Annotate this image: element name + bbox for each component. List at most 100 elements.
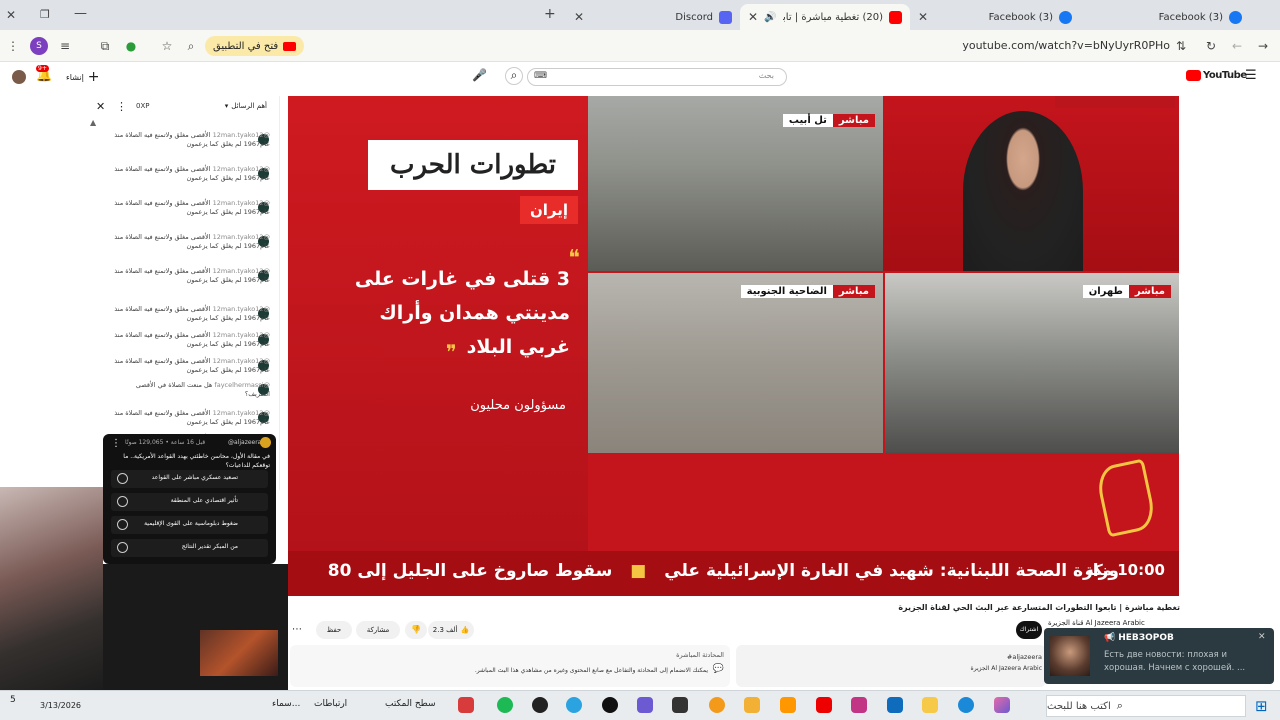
desktop-notification[interactable]: 📢 НЕВЗОРОВ ✕ Есть две новости: плохая и … — [1044, 628, 1274, 684]
video-thumbnail[interactable] — [200, 630, 278, 676]
youtube-logo[interactable]: YouTube — [1186, 70, 1247, 81]
install-badge[interactable] — [1055, 96, 1175, 108]
chevron-down-icon: ▾ — [224, 102, 229, 110]
microphone-icon[interactable]: 🎤 — [472, 68, 487, 82]
bookmark-star-icon[interactable]: ☆ — [158, 37, 176, 55]
youtube-icon[interactable] — [816, 697, 832, 713]
save-button[interactable]: حفظ — [316, 621, 352, 639]
audio-icon[interactable]: 🔊 — [764, 12, 776, 23]
windows-start-icon[interactable]: ⊞ — [1255, 697, 1268, 715]
weather-widget[interactable]: سماء... — [272, 699, 300, 709]
headline-text: تطورات الحرب — [389, 150, 557, 180]
app-icon[interactable] — [672, 697, 688, 713]
dislike-button[interactable]: 👎 — [405, 621, 427, 639]
address-bar[interactable]: youtube.com/watch?v=bNyUyrR0PHo — [960, 39, 1170, 52]
ticker-secondary: سقوط صاروخ على الجليل إلى 80 — [327, 561, 613, 581]
hashtag-link[interactable]: #aljazeera — [1007, 653, 1042, 661]
channel-name[interactable]: Al Jazeera Arabic قناة الجزيرة — [1048, 619, 1145, 627]
app-icon[interactable] — [532, 697, 548, 713]
feed-live-badge: مباشر — [832, 285, 875, 298]
hamburger-menu-icon[interactable]: ☰ — [1245, 68, 1257, 83]
chat-message-text: @12man.tyako12 الأقصى مغلق ولاتمنع فيه ا… — [112, 357, 270, 375]
live-label: طهران مباشر — [1082, 285, 1171, 298]
poll-meta: قبل 16 ساعة • 129,065 صوتًا — [125, 439, 206, 446]
back-icon[interactable]: → — [1254, 37, 1272, 55]
forward-icon[interactable]: ← — [1228, 37, 1246, 55]
tab-youtube[interactable]: (20) تغطية مباشرة | تابعوا الت 🔊 ✕ — [740, 4, 910, 30]
chat-username: @12man.tyako12 — [212, 357, 270, 365]
app-icon[interactable] — [637, 697, 653, 713]
video-player[interactable]: تطورات الحرب إيران ❝ 3 قتلى في غارات على… — [288, 96, 1179, 596]
youtube-wordmark: YouTube — [1203, 70, 1247, 81]
share-button[interactable]: مشاركة — [356, 621, 400, 639]
discord-icon — [719, 10, 732, 24]
reading-list-icon[interactable]: ≡ — [56, 37, 74, 55]
poll-option[interactable]: من المبكر تقدير النتائج — [111, 539, 268, 557]
app-icon[interactable] — [780, 697, 796, 713]
poll-option[interactable]: تصعيد عسكري مباشر على القواعد — [111, 470, 268, 488]
close-window-icon[interactable]: ✕ — [6, 8, 16, 22]
spotify-icon[interactable] — [497, 697, 513, 713]
close-notification-icon[interactable]: ✕ — [1258, 632, 1266, 642]
chat-message-text: @12man.tyako12 الأقصى مغلق ولاتمنع فيه ا… — [112, 331, 270, 349]
close-chat-icon[interactable]: ✕ — [96, 100, 105, 113]
keyboard-icon[interactable]: ⌨ — [534, 71, 547, 81]
reload-icon[interactable]: ↻ — [1202, 37, 1220, 55]
like-button[interactable]: 2.3 ألف 👍 — [428, 621, 474, 639]
ticker-text: وزارة الصحة اللبنانية: شهيد في الغارة ال… — [328, 561, 1119, 581]
app-icon[interactable] — [458, 697, 474, 713]
instagram-icon[interactable] — [851, 697, 867, 713]
chat-menu-icon[interactable]: ⋮ — [116, 100, 127, 113]
search-input[interactable]: بحث ⌨ — [527, 68, 787, 86]
close-tab-icon[interactable]: ✕ — [918, 10, 928, 24]
megaphone-icon: 📢 — [1104, 633, 1116, 643]
poll-question: في مقالة الأول، محاسن خاطئتي بهدد القواع… — [123, 453, 270, 469]
file-explorer-icon[interactable] — [922, 697, 938, 713]
profile-avatar[interactable]: S — [30, 37, 48, 55]
poll-option[interactable]: تأثير اقتصادي على المنطقة — [111, 493, 268, 511]
chat-mode-dropdown[interactable]: أهم الرسائل ▾ — [225, 102, 267, 110]
tab-facebook-1[interactable]: (3) Facebook ✕ — [910, 4, 1080, 30]
app-icon[interactable] — [709, 697, 725, 713]
search-icon[interactable]: ⌕ — [505, 67, 523, 85]
outlook-icon[interactable] — [887, 697, 903, 713]
extension-icon[interactable]: ● — [122, 37, 140, 55]
open-in-app-button[interactable]: فتح في التطبيق — [205, 36, 305, 56]
app-icon[interactable] — [744, 697, 760, 713]
desktop-toolbar[interactable]: سطح المكتب — [385, 699, 436, 709]
zoom-icon[interactable]: ⌕ — [182, 37, 200, 55]
maximize-window-icon[interactable]: ❐ — [40, 8, 50, 21]
headline-box: تطورات الحرب — [368, 140, 578, 190]
ticker-main: وزارة الصحة اللبنانية: شهيد في الغارة ال… — [664, 561, 1119, 581]
new-tab-icon[interactable]: + — [544, 6, 556, 22]
edge-icon[interactable] — [958, 697, 974, 713]
subscribe-button[interactable]: اشتراك — [1016, 621, 1042, 639]
copilot-icon[interactable] — [994, 697, 1010, 713]
more-actions-icon[interactable]: ⋯ — [292, 624, 302, 635]
links-toolbar[interactable]: ارتباطات — [314, 699, 347, 709]
poll-option[interactable]: ضغوط دبلوماسية على القوى الإقليمية — [111, 516, 268, 534]
search-placeholder: بحث — [758, 71, 774, 80]
scroll-up-arrow-icon[interactable]: ▲ — [90, 118, 96, 127]
telegram-icon[interactable] — [566, 697, 582, 713]
close-tab-icon[interactable]: ✕ — [574, 10, 584, 24]
create-button[interactable]: إنشاء + — [66, 69, 100, 85]
tab-discord[interactable]: Discord ✕ — [566, 4, 740, 30]
feed-live-badge: مباشر — [1128, 285, 1171, 298]
extensions-icon[interactable]: ⧉ — [96, 37, 114, 55]
avatar[interactable] — [12, 70, 26, 84]
tab-facebook-2[interactable]: (3) Facebook — [1080, 4, 1250, 30]
video-title: تغطية مباشرة | تابعوا التطورات المتسارعة… — [898, 603, 1180, 612]
poll-option-label: ضغوط دبلوماسية على القوى الإقليمية — [144, 520, 238, 527]
close-tab-icon[interactable]: ✕ — [748, 10, 758, 24]
poll-option-label: من المبكر تقدير النتائج — [181, 543, 238, 550]
site-settings-icon[interactable]: ⇅ — [1172, 37, 1190, 55]
taskbar-search[interactable]: ⌕ اكتب هنا للبحث — [1046, 695, 1246, 717]
description-box[interactable]: #aljazeera الجزيرة Al Jazeera Arabic — [736, 645, 1046, 687]
chat-message-text: @12man.tyako12 الأقصى مغلق ولاتمنع فيه ا… — [112, 131, 270, 149]
chat-username: @12man.tyako12 — [212, 131, 270, 139]
chatgpt-icon[interactable] — [602, 697, 618, 713]
minimize-window-icon[interactable]: — — [74, 6, 87, 21]
poll-menu-icon[interactable]: ⋮ — [111, 438, 121, 449]
menu-dots-icon[interactable]: ⋮ — [4, 37, 22, 55]
